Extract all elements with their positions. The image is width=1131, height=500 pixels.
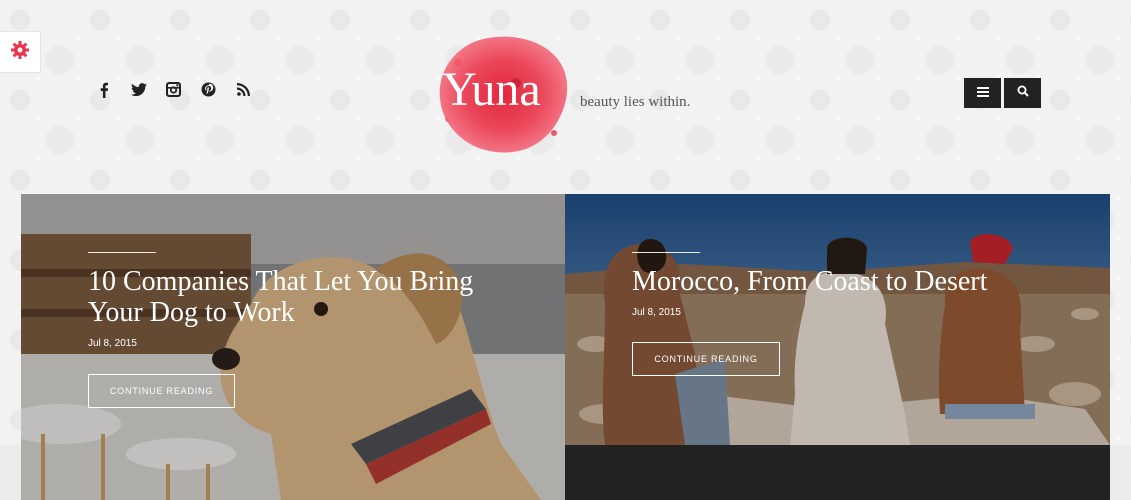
post-card-morocco[interactable]: Morocco, From Coast to Desert Jul 8, 201… bbox=[565, 194, 1110, 445]
site-tagline: beauty lies within. bbox=[580, 94, 691, 110]
menu-icon bbox=[976, 84, 989, 102]
continue-reading-button[interactable]: CONTINUE READING bbox=[88, 374, 235, 408]
search-icon bbox=[1017, 84, 1029, 102]
post-card-dog[interactable]: 10 Companies That Let You Bring Your Dog… bbox=[21, 194, 565, 500]
post-title[interactable]: Morocco, From Coast to Desert bbox=[632, 266, 1092, 297]
post-date: Jul 8, 2015 bbox=[632, 307, 681, 318]
post-title[interactable]: 10 Companies That Let You Bring Your Dog… bbox=[88, 266, 548, 328]
logo-text: Yuna bbox=[442, 63, 541, 116]
settings-tab[interactable] bbox=[0, 31, 41, 73]
post-title-line-1: Morocco, From Coast to Desert bbox=[632, 266, 988, 297]
post-title-line-2: Your Dog to Work bbox=[88, 297, 295, 328]
image-overlay bbox=[565, 194, 1110, 445]
facebook-icon[interactable] bbox=[95, 81, 112, 98]
rss-icon[interactable] bbox=[235, 81, 252, 98]
title-rule bbox=[632, 252, 700, 253]
post-title-line-1: 10 Companies That Let You Bring bbox=[88, 266, 474, 297]
post-date: Jul 8, 2015 bbox=[88, 338, 137, 349]
instagram-icon[interactable] bbox=[165, 81, 182, 98]
search-button[interactable] bbox=[1004, 78, 1041, 108]
twitter-icon[interactable] bbox=[130, 81, 147, 98]
title-rule bbox=[88, 252, 156, 253]
social-links bbox=[95, 81, 252, 98]
menu-button[interactable] bbox=[964, 78, 1001, 108]
continue-reading-button[interactable]: CONTINUE READING bbox=[632, 342, 780, 376]
gear-icon bbox=[10, 40, 30, 65]
pinterest-icon[interactable] bbox=[200, 81, 217, 98]
post-card-footer-dark bbox=[565, 445, 1110, 500]
